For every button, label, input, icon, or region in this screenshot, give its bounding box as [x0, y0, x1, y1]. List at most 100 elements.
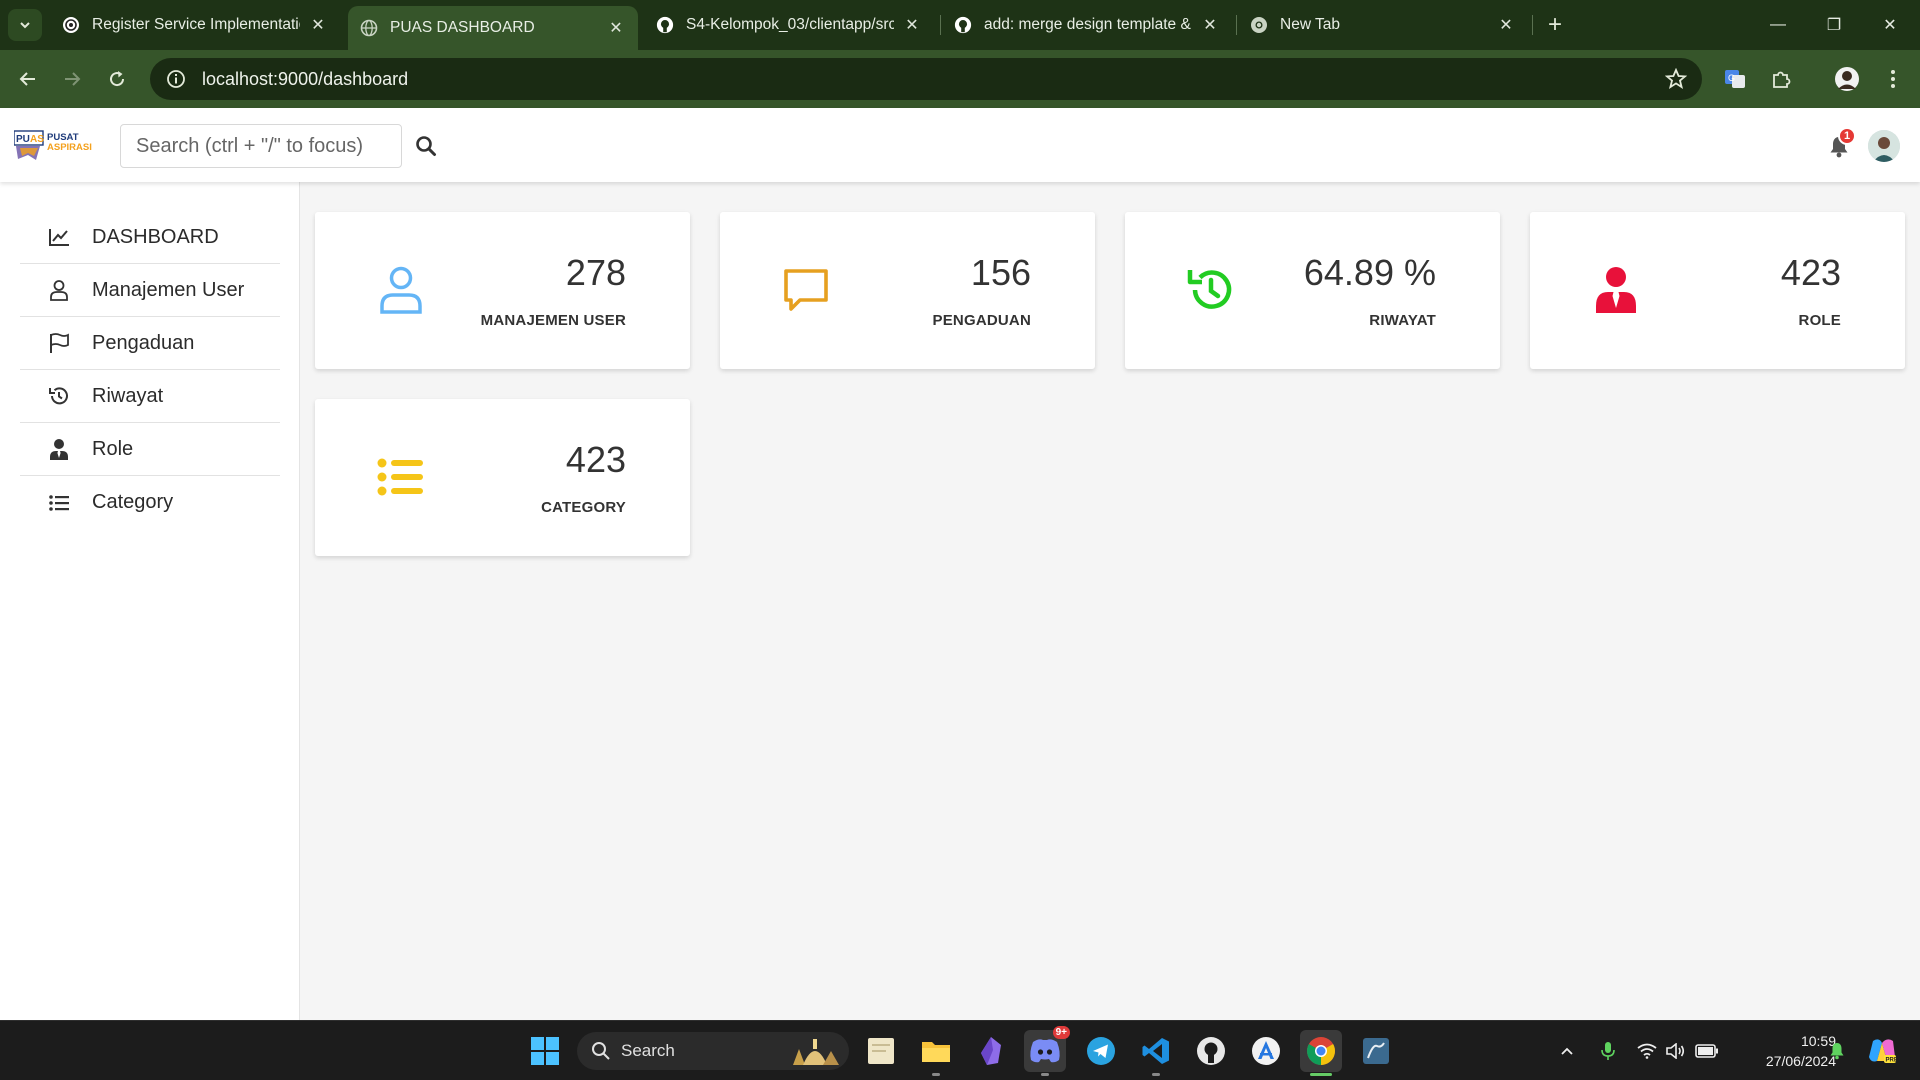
address-bar[interactable]: localhost:9000/dashboard: [150, 58, 1702, 100]
notification-center-bell-icon[interactable]: [1826, 1033, 1848, 1069]
history-icon: [46, 383, 72, 409]
browser-tab-new-tab[interactable]: New Tab ✕: [1238, 6, 1528, 44]
search-icon: [592, 1042, 610, 1060]
taskbar-search-label: Search: [621, 1041, 675, 1060]
clock-date: 27/06/2024: [1765, 1053, 1836, 1069]
history-icon: [1185, 264, 1237, 316]
sidebar-item-label: Riwayat: [92, 384, 164, 407]
svg-text:PU: PU: [16, 134, 30, 145]
copilot-icon[interactable]: PRE: [1864, 1033, 1900, 1069]
browser-tab-strip: Register Service Implementatio ✕ PUAS DA…: [0, 0, 1920, 50]
profile-avatar[interactable]: [1832, 64, 1862, 94]
tab-title: Register Service Implementatio: [92, 16, 300, 33]
site-info-icon[interactable]: [156, 58, 196, 100]
search-highlight-icon: [793, 1039, 839, 1065]
user-icon: [46, 277, 72, 303]
sticky-notes-app-icon[interactable]: [860, 1030, 902, 1072]
minimize-button[interactable]: —: [1750, 0, 1806, 50]
stat-label: CATEGORY: [541, 499, 626, 516]
chart-line-icon: [46, 224, 72, 250]
restore-button[interactable]: ❐: [1806, 0, 1862, 50]
browser-tab-github-clientapp[interactable]: S4-Kelompok_03/clientapp/src/ ✕: [644, 6, 934, 44]
tray-overflow-button[interactable]: [1554, 1033, 1580, 1069]
stat-card-riwayat[interactable]: 64.89 % RIWAYAT: [1125, 212, 1500, 369]
sidebar-item-label: Role: [92, 437, 134, 460]
tab-search-button[interactable]: [8, 9, 42, 41]
browser-tab-register-service[interactable]: Register Service Implementatio ✕: [50, 6, 340, 44]
sidebar-item-manajemen-user[interactable]: Manajemen User: [20, 264, 280, 317]
stat-card-category[interactable]: 423 CATEGORY: [315, 399, 690, 556]
openai-icon: [62, 16, 80, 34]
stat-label: RIWAYAT: [1369, 312, 1436, 329]
puas-logo[interactable]: PU AS PUSAT ASPIRASI: [14, 130, 94, 164]
windows-logo-icon: [531, 1037, 559, 1065]
tab-close-button[interactable]: ✕: [1200, 15, 1220, 35]
sidebar-item-role[interactable]: Role: [20, 423, 280, 476]
sidebar-item-category[interactable]: Category: [20, 476, 280, 529]
stat-label: MANAJEMEN USER: [480, 312, 626, 329]
chrome-app-icon[interactable]: [1300, 1030, 1342, 1072]
tab-close-button[interactable]: ✕: [308, 15, 328, 35]
address-url[interactable]: localhost:9000/dashboard: [202, 69, 408, 90]
stat-card-pengaduan[interactable]: 156 PENGADUAN: [720, 212, 1095, 369]
user-tie-icon: [46, 436, 72, 462]
search-button[interactable]: [412, 132, 440, 160]
bookmark-star-icon[interactable]: [1664, 67, 1688, 91]
forward-button[interactable]: [57, 64, 87, 94]
reload-button[interactable]: [102, 64, 132, 94]
telegram-app-icon[interactable]: [1080, 1030, 1122, 1072]
tab-title: PUAS DASHBOARD: [390, 19, 535, 36]
sidebar-item-dashboard[interactable]: DASHBOARD: [20, 211, 280, 264]
running-indicator: [1041, 1073, 1049, 1076]
tab-close-button[interactable]: ✕: [1496, 15, 1516, 35]
file-explorer-app-icon[interactable]: [915, 1030, 957, 1072]
github-desktop-app-icon[interactable]: [1190, 1030, 1232, 1072]
active-app-indicator: [1310, 1073, 1332, 1076]
microphone-icon[interactable]: [1598, 1033, 1618, 1069]
vscode-app-icon[interactable]: [1135, 1030, 1177, 1072]
browser-toolbar: localhost:9000/dashboard G: [0, 50, 1920, 108]
taskbar-search[interactable]: Search: [577, 1032, 849, 1070]
stat-label: ROLE: [1798, 312, 1841, 329]
wifi-icon[interactable]: [1636, 1033, 1658, 1069]
battery-icon[interactable]: [1694, 1033, 1720, 1069]
tab-close-button[interactable]: ✕: [902, 15, 922, 35]
stat-label: PENGADUAN: [932, 312, 1031, 329]
search-icon: [416, 136, 436, 156]
obsidian-app-icon[interactable]: [970, 1030, 1012, 1072]
mysql-workbench-app-icon[interactable]: [1355, 1030, 1397, 1072]
flag-icon: [46, 330, 72, 356]
svg-text:AS: AS: [30, 134, 44, 145]
taskbar-clock[interactable]: 10:59 27/06/2024: [1728, 1031, 1836, 1071]
volume-icon[interactable]: [1664, 1033, 1686, 1069]
user-tie-icon: [1590, 264, 1642, 316]
github-icon: [656, 16, 674, 34]
start-button[interactable]: [524, 1030, 566, 1072]
translate-extension-icon[interactable]: G: [1720, 64, 1750, 94]
discord-app-icon[interactable]: 9+: [1024, 1026, 1070, 1072]
new-tab-button[interactable]: +: [1540, 10, 1570, 40]
sidebar-item-label: Pengaduan: [92, 331, 195, 354]
back-button[interactable]: [13, 64, 43, 94]
search-input[interactable]: [120, 124, 402, 168]
app-installer-icon[interactable]: [1245, 1030, 1287, 1072]
stat-card-role[interactable]: 423 ROLE: [1530, 212, 1905, 369]
extensions-puzzle-icon[interactable]: [1766, 64, 1796, 94]
tab-close-button[interactable]: ✕: [606, 18, 626, 38]
stat-card-manajemen-user[interactable]: 278 MANAJEMEN USER: [315, 212, 690, 369]
clock-time: 10:59: [1800, 1033, 1836, 1049]
stat-value: 423: [565, 439, 626, 480]
stat-value: 156: [970, 252, 1031, 293]
close-window-button[interactable]: ✕: [1862, 0, 1918, 50]
app-header: PU AS PUSAT ASPIRASI 1: [0, 108, 1920, 182]
sidebar-item-riwayat[interactable]: Riwayat: [20, 370, 280, 423]
browser-tab-github-merge[interactable]: add: merge design template & ✕: [942, 6, 1232, 44]
svg-text:ASPIRASI: ASPIRASI: [47, 142, 92, 153]
browser-menu-icon[interactable]: [1878, 64, 1908, 94]
browser-tab-puas-dashboard[interactable]: PUAS DASHBOARD ✕: [348, 6, 638, 50]
user-avatar[interactable]: [1868, 130, 1900, 162]
sidebar-item-pengaduan[interactable]: Pengaduan: [20, 317, 280, 370]
list-icon: [375, 451, 427, 503]
sidebar: DASHBOARD Manajemen User Pengaduan Riway…: [0, 182, 300, 1020]
discord-badge: 9+: [1052, 1026, 1070, 1039]
